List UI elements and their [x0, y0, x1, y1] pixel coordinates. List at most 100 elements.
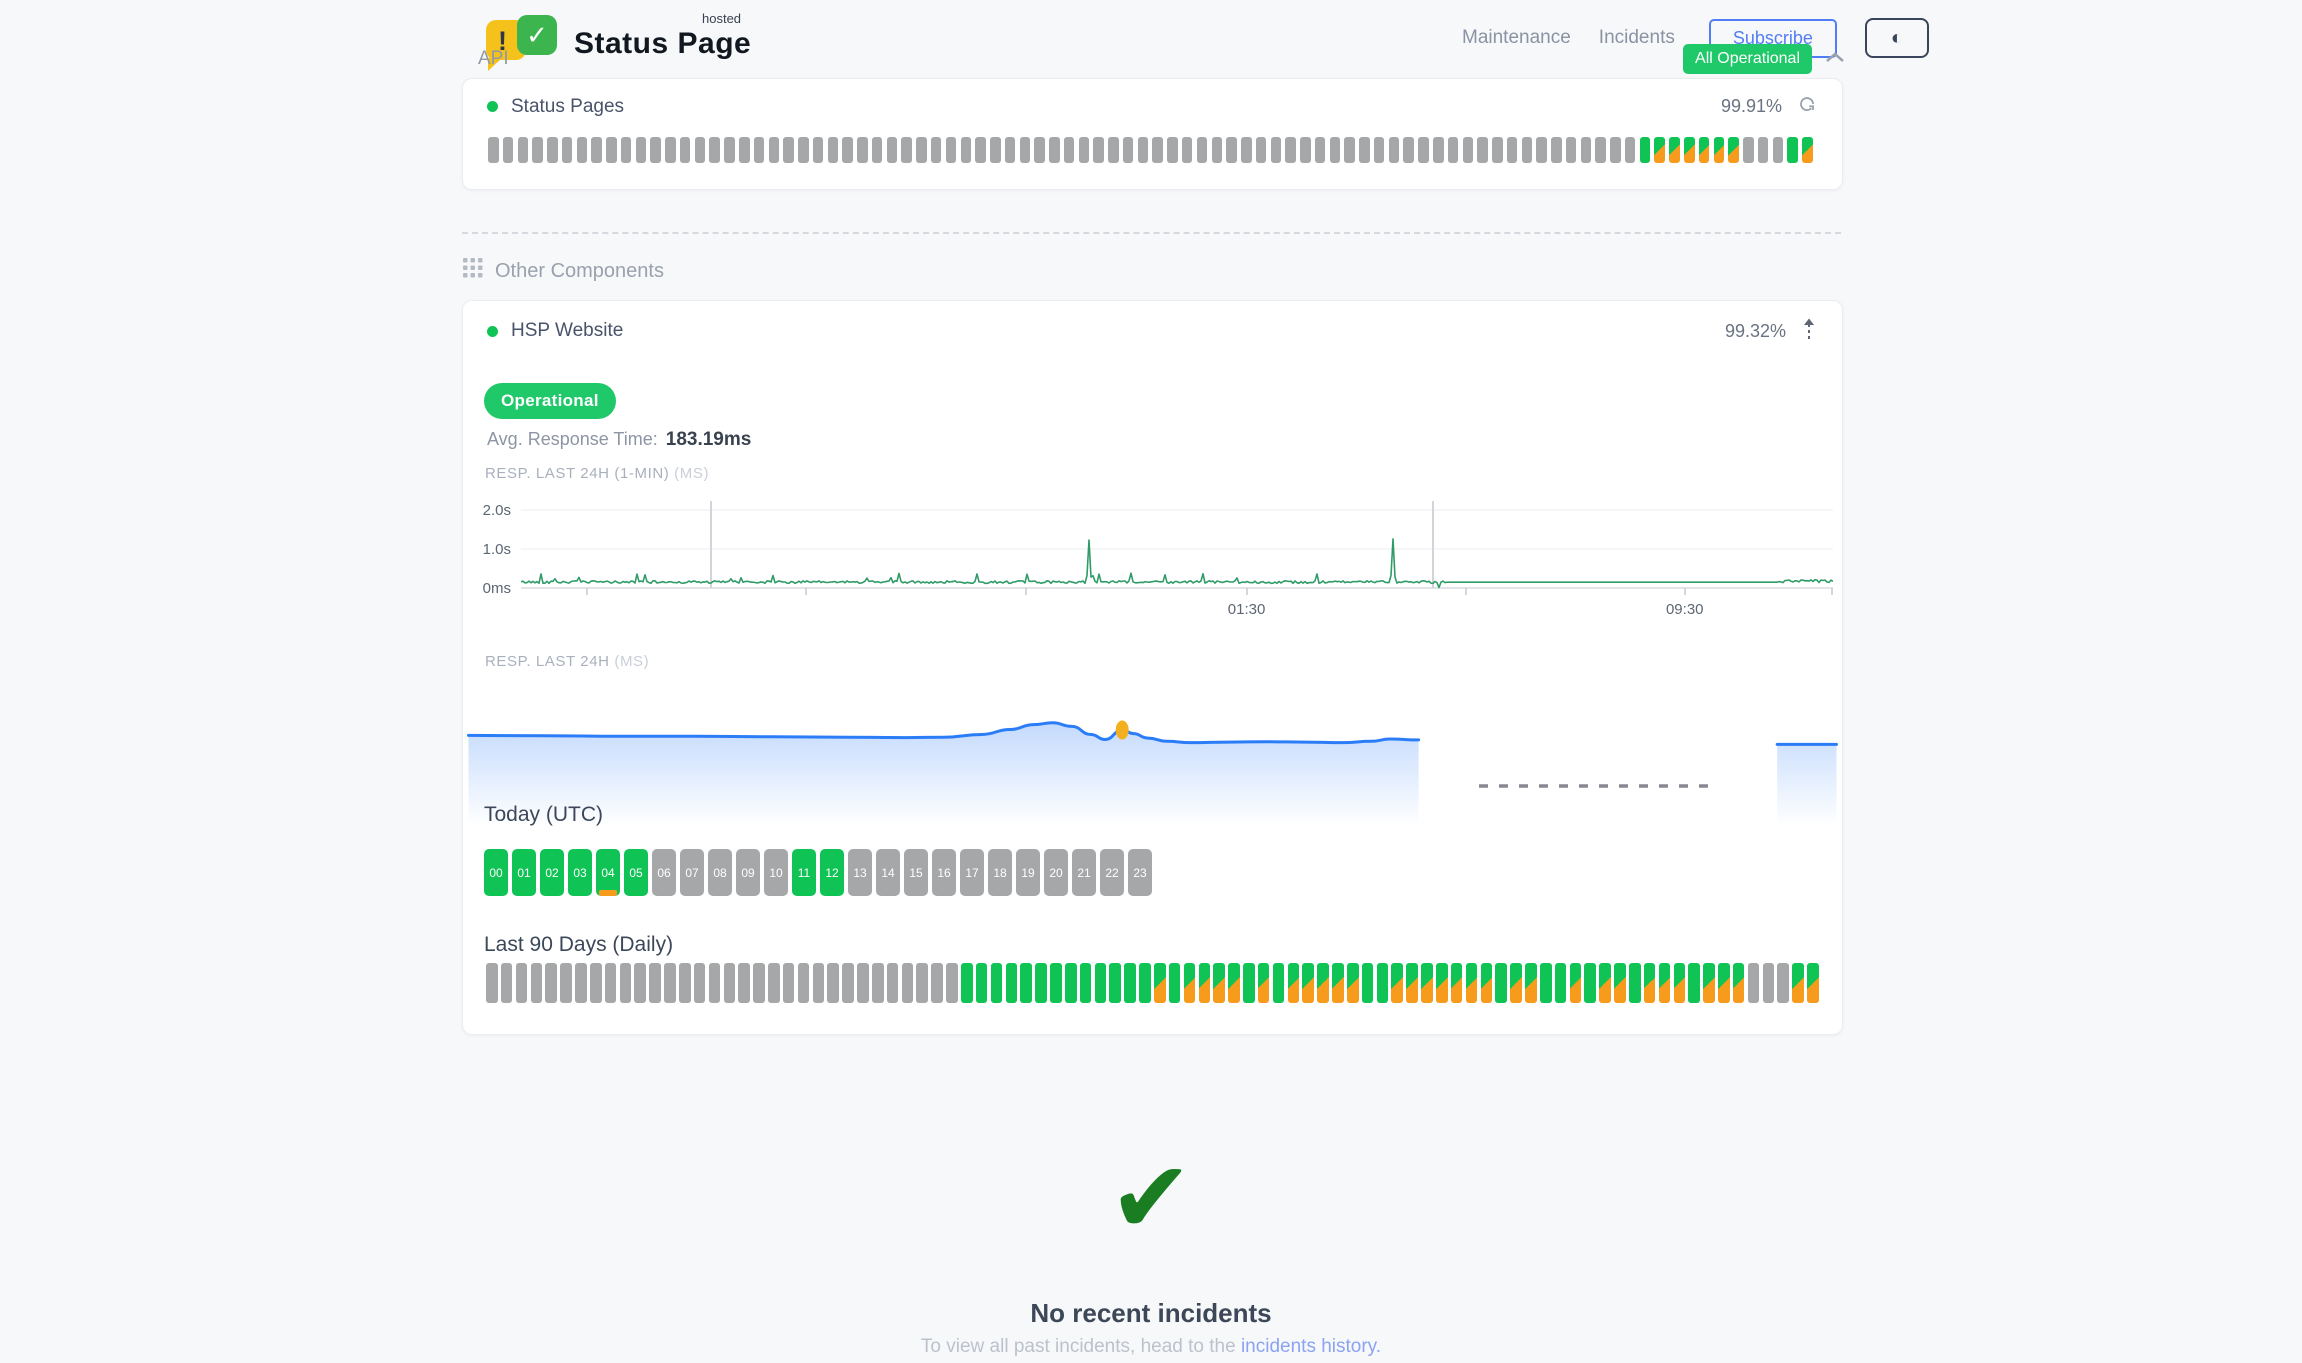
uptime-bar-segment: [1674, 963, 1686, 1003]
status-dot: [487, 326, 498, 337]
uptime-bar-segment: [664, 963, 676, 1003]
uptime-bar-segment: [1050, 963, 1062, 1003]
today-hour-block: 11: [792, 849, 816, 896]
incidents-history-link[interactable]: incidents history: [1241, 1336, 1376, 1357]
uptime-bar-segment: [753, 963, 765, 1003]
uptime-bar-segment: [1448, 137, 1459, 163]
uptime-bar-segment: [1625, 137, 1636, 163]
uptime-percentage: 99.32%: [1725, 321, 1786, 342]
uptime-bar-segment: [1302, 963, 1314, 1003]
uptime-bar-segment: [724, 963, 736, 1003]
uptime-bar-segment: [1659, 963, 1671, 1003]
uptime-bar-segment: [503, 137, 514, 163]
uptime-bar-segment: [1344, 137, 1355, 163]
today-hour-label: 00: [489, 866, 502, 880]
uptime-bar-segment: [1610, 137, 1621, 163]
subtitle-prefix: To view all past incidents, head to the: [921, 1336, 1241, 1357]
uptime-bar-segment: [695, 137, 706, 163]
uptime-bar-segment: [1406, 963, 1418, 1003]
today-hour-label: 22: [1105, 866, 1118, 880]
today-hour-label: 03: [573, 866, 586, 880]
nav-incidents[interactable]: Incidents: [1599, 27, 1675, 49]
today-hour-label: 19: [1021, 866, 1034, 880]
today-hour-label: 05: [629, 866, 642, 880]
uptime-bar-segment: [665, 137, 676, 163]
uptime-bar-segment: [1614, 963, 1626, 1003]
minute-chart-unit: (MS): [674, 465, 709, 482]
section-divider: [462, 232, 1841, 234]
uptime-bar-segment: [532, 137, 543, 163]
x-axis-label: 09:30: [1666, 601, 1704, 618]
uptime-bar-segment: [649, 963, 661, 1003]
uptime-bar-segment: [650, 137, 661, 163]
uptime-bar-segment: [857, 137, 868, 163]
uptime-bar-segment: [1436, 963, 1448, 1003]
uptime-bar-segment: [547, 137, 558, 163]
chevron-up-icon[interactable]: [1824, 50, 1846, 69]
uptime-bar-segment: [1522, 137, 1533, 163]
uptime-bar-segment: [1256, 137, 1267, 163]
x-axis-label: 01:30: [1228, 601, 1266, 618]
grid-icon: [463, 258, 483, 284]
uptime-bar-segment: [1184, 963, 1196, 1003]
daily-chart-label-text: RESP. LAST 24H: [485, 653, 610, 670]
uptime-bar-segment: [1718, 963, 1730, 1003]
uptime-bar-segment: [1034, 137, 1045, 163]
today-hour-block: 05: [624, 849, 648, 896]
uptime-bar-segment: [679, 963, 691, 1003]
uptime-bar-segment: [1481, 963, 1493, 1003]
uptime-bar-segment: [842, 963, 854, 1003]
uptime-bar-segment: [724, 137, 735, 163]
uptime-bar-segment: [1669, 137, 1680, 163]
y-axis-label: 0ms: [463, 580, 511, 597]
last-90-days-title: Last 90 Days (Daily): [484, 933, 673, 957]
uptime-bar-segment: [1492, 137, 1503, 163]
uptime-bar-segment: [754, 137, 765, 163]
uptime-bar-segment: [1644, 963, 1656, 1003]
api-section-title: API: [478, 48, 509, 70]
uptime-percentage: 99.91%: [1721, 96, 1782, 117]
uptime-bar-segment: [1688, 963, 1700, 1003]
today-hour-block: 01: [512, 849, 536, 896]
avg-response-row: Avg. Response Time:183.19ms: [487, 429, 751, 451]
minute-chart-label-text: RESP. LAST 24H (1-MIN): [485, 465, 669, 482]
today-hour-block: 13: [848, 849, 872, 896]
uptime-bar-segment: [1285, 137, 1296, 163]
today-hour-block: 21: [1072, 849, 1096, 896]
uptime-strip: [488, 137, 1814, 163]
uptime-bar-segment: [1418, 137, 1429, 163]
uptime-bar-segment: [1241, 137, 1252, 163]
uptime-bar-segment: [1684, 137, 1695, 163]
uptime-bar-segment: [961, 963, 973, 1003]
uptime-bar-segment: [1347, 963, 1359, 1003]
uptime-bar-segment: [577, 137, 588, 163]
today-hour-block: 03: [568, 849, 592, 896]
uptime-bar-segment: [1123, 137, 1134, 163]
uptime-bar-segment: [1226, 137, 1237, 163]
hsp-website-card: HSP Website 99.32% Operational Avg. Resp…: [462, 300, 1843, 1035]
trend-up-icon: [1802, 317, 1816, 345]
uptime-bar-segment: [1433, 137, 1444, 163]
today-hour-block: 06: [652, 849, 676, 896]
brand-logo: ! ✓ Status Page hosted: [486, 10, 786, 70]
uptime-bar-segment: [1332, 963, 1344, 1003]
uptime-bar-segment: [1807, 963, 1819, 1003]
degraded-indicator: [599, 890, 617, 896]
refresh-icon[interactable]: [1798, 95, 1816, 118]
today-hour-block: 04: [596, 849, 620, 896]
uptime-bar-segment: [1228, 963, 1240, 1003]
uptime-bar-segment: [1566, 137, 1577, 163]
theme-toggle-button[interactable]: ◐: [1865, 18, 1929, 58]
uptime-bar-segment: [1463, 137, 1474, 163]
today-hour-label: 13: [853, 866, 866, 880]
uptime-bar-segment: [1581, 137, 1592, 163]
uptime-bar-segment: [1182, 137, 1193, 163]
nav-maintenance[interactable]: Maintenance: [1462, 27, 1571, 49]
uptime-bar-segment: [486, 963, 498, 1003]
uptime-bar-segment: [887, 963, 899, 1003]
no-incidents-title: No recent incidents: [0, 1298, 2302, 1329]
uptime-bar-segment: [1049, 137, 1060, 163]
uptime-bar-segment: [1595, 137, 1606, 163]
uptime-bar-segment: [1020, 963, 1032, 1003]
status-dot: [487, 101, 498, 112]
